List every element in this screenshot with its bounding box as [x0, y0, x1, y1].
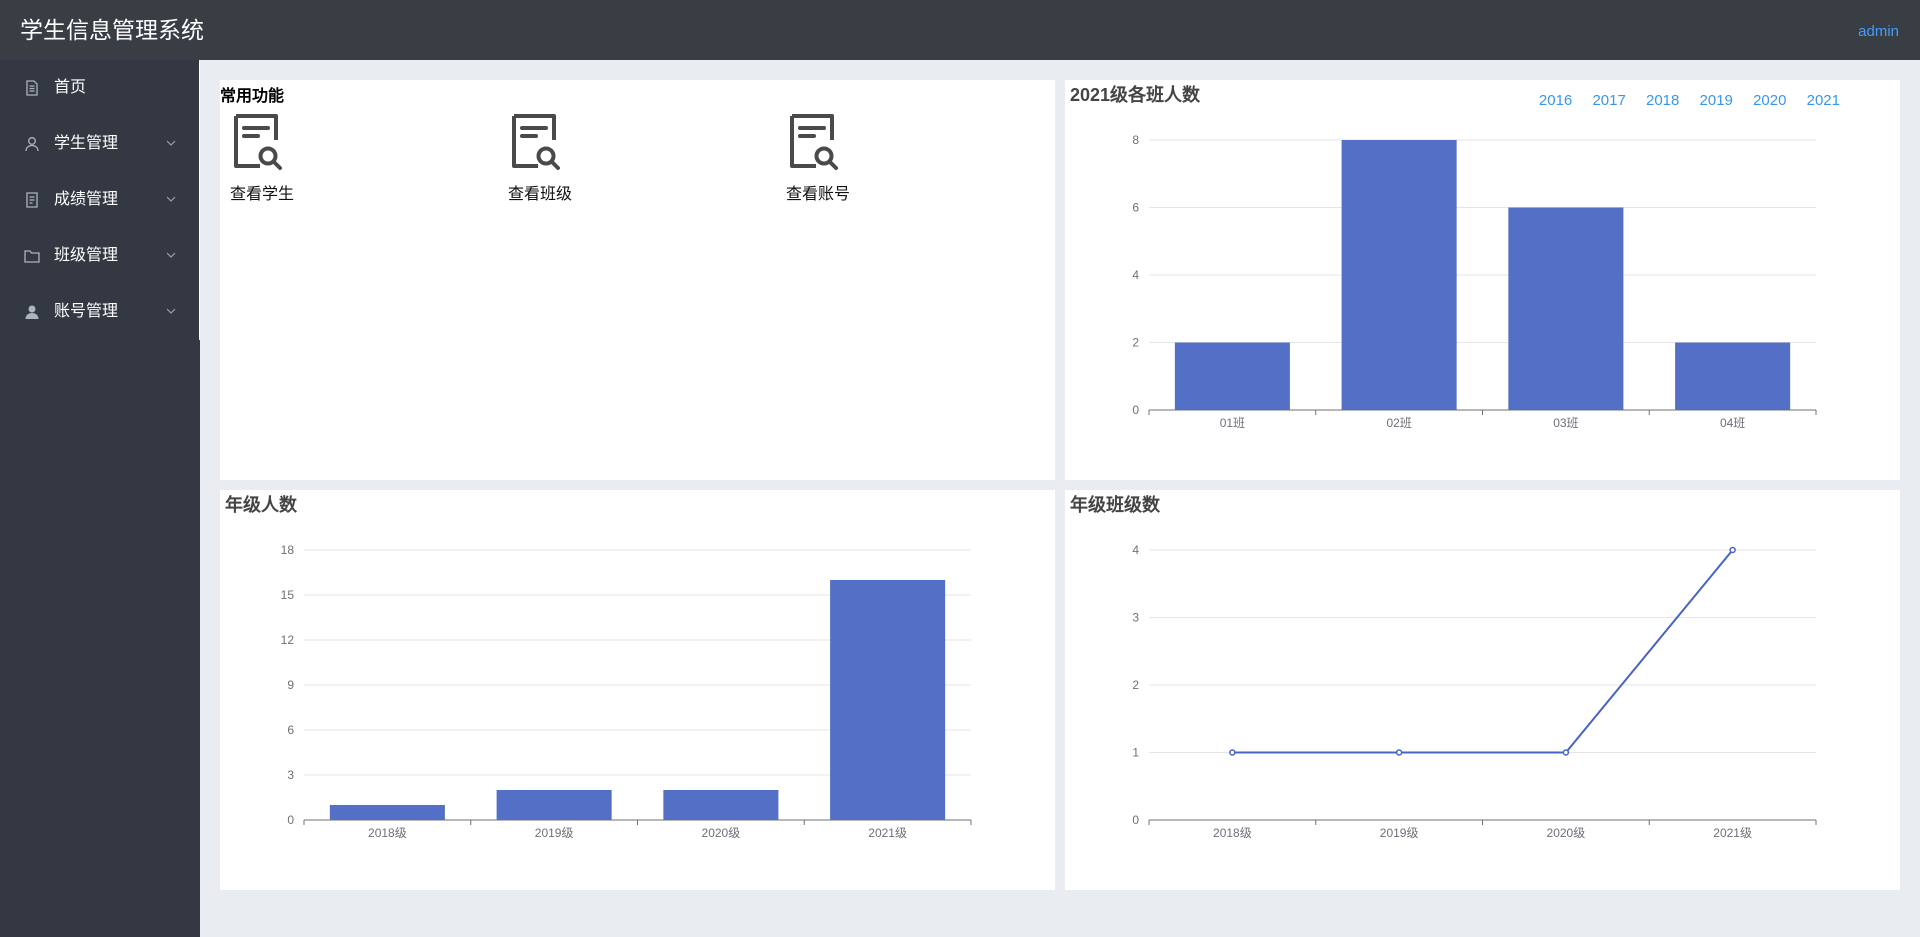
document-search-icon	[234, 114, 282, 170]
x-tick-label: 2020级	[1547, 826, 1586, 840]
x-tick-label: 02班	[1386, 416, 1411, 430]
x-tick-label: 01班	[1220, 416, 1245, 430]
bar	[1675, 342, 1791, 410]
user-menu[interactable]: admin	[1858, 23, 1899, 40]
x-tick-label: 2020级	[702, 826, 741, 840]
x-tick-label: 04班	[1720, 416, 1745, 430]
document-search-icon	[790, 114, 838, 170]
bar	[496, 790, 612, 820]
user-icon	[25, 137, 39, 152]
y-tick-label: 1	[1132, 746, 1139, 760]
document-icon	[26, 192, 38, 208]
view-accounts-label: 查看账号	[786, 186, 851, 203]
grade-counts-chart: 0 3 6 9 12 15 18 2018级 2019级 2020级 2021级	[281, 543, 972, 840]
top-header: 学生信息管理系统 admin	[0, 0, 1920, 60]
x-tick-label: 03班	[1553, 416, 1578, 430]
folder-icon	[24, 250, 40, 263]
view-students-label: 查看学生	[230, 186, 295, 203]
sidebar-item-label: 账号管理	[54, 303, 119, 320]
chevron-down-icon	[166, 196, 176, 202]
sidebar-item-home[interactable]: 首页	[0, 60, 199, 116]
app-title: 学生信息管理系统	[20, 17, 204, 43]
y-tick-label: 9	[287, 678, 294, 692]
y-tick-label: 2	[1132, 336, 1139, 350]
bar	[329, 805, 445, 820]
y-tick-label: 4	[1132, 268, 1139, 282]
sidebar-item-accounts[interactable]: 账号管理	[0, 284, 199, 340]
y-tick-label: 18	[281, 543, 295, 557]
common-functions-card: 常用功能 查看学生 查看班级 查看账号	[220, 80, 1055, 480]
class-counts-chart: 0 2 4 6 8 01班 02班 03班 04班	[1132, 133, 1817, 430]
data-point	[1229, 749, 1236, 756]
view-classes-button[interactable]: 查看班级	[508, 112, 588, 208]
data-point	[1729, 546, 1736, 554]
x-tick-label: 2019级	[535, 826, 574, 840]
view-classes-label: 查看班级	[508, 186, 573, 203]
y-tick-label: 4	[1132, 543, 1139, 557]
y-tick-label: 12	[281, 633, 295, 647]
grade-counts-card: 年级人数 0 3 6 9 12 15 18 2018级 2019级 2020级 2021级	[220, 490, 1055, 890]
y-tick-label: 0	[1132, 813, 1139, 827]
y-tick-label: 8	[1132, 133, 1139, 147]
bar	[830, 580, 946, 820]
chevron-down-icon	[166, 140, 176, 146]
sidebar-item-label: 班级管理	[54, 247, 119, 264]
x-tick-label: 2018级	[1213, 826, 1252, 840]
y-tick-label: 3	[287, 768, 294, 782]
sidebar-item-classes[interactable]: 班级管理	[0, 228, 199, 284]
sidebar: 首页 学生管理 成绩管理 班级管理 账号管理	[0, 60, 200, 937]
main-content: 常用功能 查看学生 查看班级 查看账号 2021级各班人数 2016 2017 …	[200, 60, 1920, 937]
bar	[1174, 342, 1290, 410]
sidebar-item-label: 学生管理	[54, 135, 119, 152]
y-tick-label: 3	[1132, 611, 1139, 625]
bar	[663, 790, 779, 820]
class-counts-card: 2021级各班人数 2016 2017 2018 2019 2020 2021 …	[1065, 80, 1900, 480]
data-point	[1395, 749, 1403, 756]
sidebar-item-students[interactable]: 学生管理	[0, 116, 199, 172]
grade-class-counts-card: 年级班级数 0 1 2 3 4 2018级 2019级 2020级 2021级	[1065, 490, 1900, 890]
y-tick-label: 6	[287, 723, 294, 737]
y-tick-label: 6	[1132, 201, 1139, 215]
x-tick-label: 2021级	[1713, 826, 1752, 840]
y-tick-label: 15	[281, 588, 295, 602]
document-icon	[26, 80, 38, 96]
sidebar-item-scores[interactable]: 成绩管理	[0, 172, 199, 228]
common-functions-title: 常用功能	[220, 88, 285, 105]
sidebar-item-label: 成绩管理	[54, 191, 119, 208]
sidebar-item-label: 首页	[54, 79, 87, 96]
account-icon	[25, 305, 39, 319]
x-tick-label: 2018级	[368, 826, 407, 840]
chevron-down-icon	[166, 252, 176, 258]
series-line	[1232, 549, 1734, 754]
view-accounts-button[interactable]: 查看账号	[786, 112, 866, 208]
bar	[1341, 140, 1457, 410]
x-tick-label: 2021级	[868, 826, 907, 840]
chevron-down-icon	[166, 308, 176, 314]
view-students-button[interactable]: 查看学生	[230, 112, 310, 208]
y-tick-label: 0	[1132, 403, 1139, 417]
y-tick-label: 0	[287, 813, 294, 827]
bar	[1508, 207, 1624, 410]
grade-class-counts-chart: 0 1 2 3 4 2018级 2019级 2020级 2021级	[1132, 543, 1817, 840]
x-tick-label: 2019级	[1380, 826, 1419, 840]
y-tick-label: 2	[1132, 678, 1139, 692]
data-point	[1562, 749, 1570, 756]
document-search-icon	[512, 114, 560, 170]
